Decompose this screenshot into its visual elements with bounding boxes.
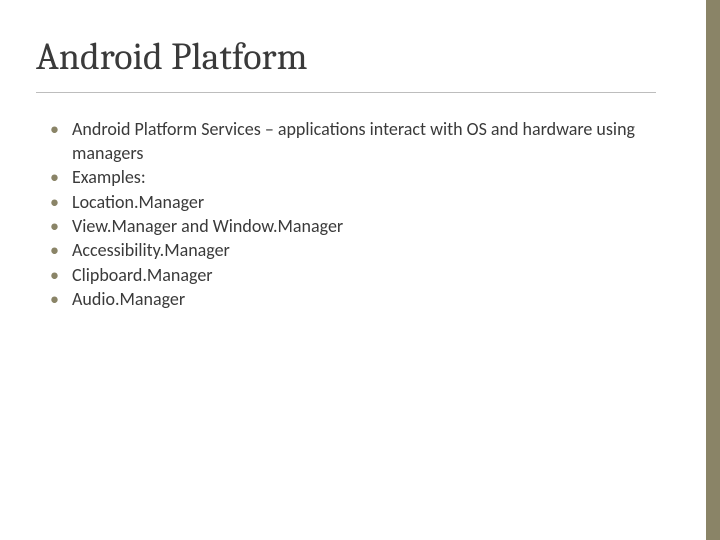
list-item: View.Manager and Window.Manager xyxy=(50,214,656,238)
list-item: Location.Manager xyxy=(50,190,656,214)
slide-accent-bar xyxy=(706,0,720,540)
title-underline xyxy=(36,92,656,93)
list-item: Audio.Manager xyxy=(50,287,656,311)
list-item: Examples: xyxy=(50,165,656,189)
list-item: Accessibility.Manager xyxy=(50,238,656,262)
slide-body: Android Platform Android Platform Servic… xyxy=(0,0,706,311)
list-item: Android Platform Services – applications… xyxy=(50,117,656,166)
bullet-list: Android Platform Services – applications… xyxy=(50,117,656,311)
list-item: Clipboard.Manager xyxy=(50,263,656,287)
slide-title: Android Platform xyxy=(36,38,656,78)
